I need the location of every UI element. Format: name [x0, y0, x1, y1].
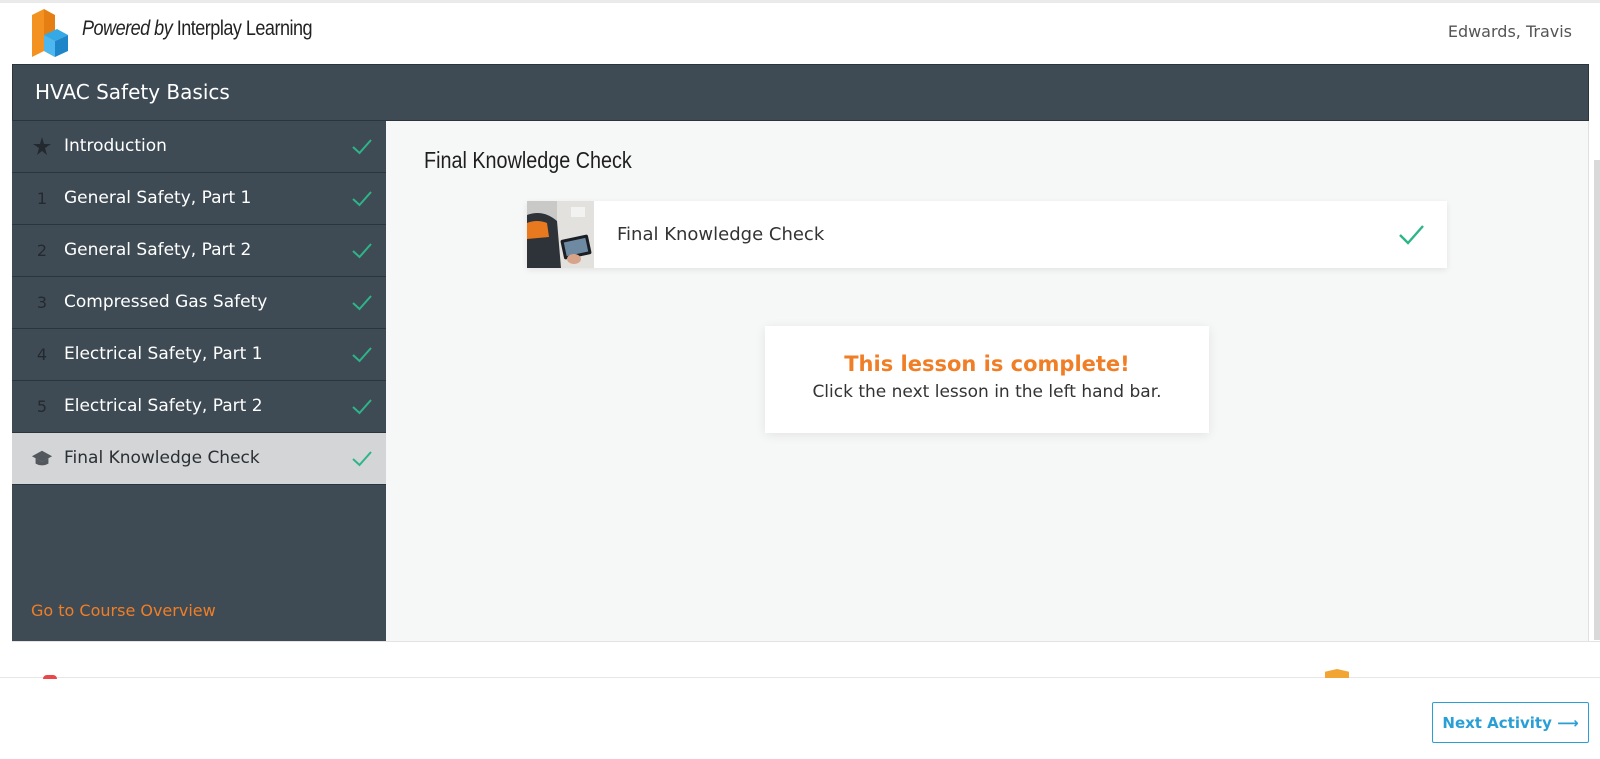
check-icon [352, 347, 372, 363]
partial-badge-icon [43, 675, 57, 679]
completion-message: Click the next lesson in the left hand b… [812, 382, 1162, 402]
course-header: HVAC Safety Basics [12, 64, 1589, 121]
footer-bar [0, 677, 1600, 759]
check-icon [1399, 225, 1424, 245]
sidebar-item-label: Electrical Safety, Part 2 [64, 396, 263, 416]
sidebar-item-electrical-safety-2[interactable]: 5 Electrical Safety, Part 2 [12, 381, 386, 433]
completion-message-box: This lesson is complete! Click the next … [765, 326, 1209, 433]
brand-prefix: Powered by [82, 17, 173, 40]
scrollbar[interactable] [1594, 160, 1600, 640]
graduation-cap-icon [31, 450, 53, 466]
lesson-number: 2 [36, 241, 48, 260]
check-icon [352, 139, 372, 155]
page-title: Final Knowledge Check [424, 147, 632, 173]
next-activity-button[interactable]: Next Activity ⟶ [1432, 702, 1589, 743]
check-icon [352, 295, 372, 311]
sidebar-item-label: General Safety, Part 2 [64, 240, 252, 260]
lesson-number: 1 [36, 189, 48, 208]
sidebar-item-label: Introduction [64, 136, 167, 156]
course-overview-link[interactable]: Go to Course Overview [31, 601, 216, 620]
top-bar: Powered by Interplay Learning Edwards, T… [0, 0, 1600, 64]
sidebar-item-compressed-gas-safety[interactable]: 3 Compressed Gas Safety [12, 277, 386, 329]
lesson-content: Final Knowledge Check Final Knowledge Ch… [386, 121, 1589, 641]
check-icon [352, 399, 372, 415]
sidebar-item-final-knowledge-check[interactable]: Final Knowledge Check [12, 433, 386, 485]
check-icon [352, 243, 372, 259]
partial-cube-icon [1325, 669, 1349, 678]
sidebar-item-label: Electrical Safety, Part 1 [64, 344, 263, 364]
sidebar-item-label: General Safety, Part 1 [64, 188, 252, 208]
activity-label: Final Knowledge Check [617, 224, 825, 245]
course-title: HVAC Safety Basics [35, 80, 230, 104]
sidebar-item-label: Final Knowledge Check [64, 448, 260, 468]
sidebar-item-introduction[interactable]: Introduction [12, 121, 386, 173]
lesson-number: 5 [36, 397, 48, 416]
sidebar-item-electrical-safety-1[interactable]: 4 Electrical Safety, Part 1 [12, 329, 386, 381]
activity-thumbnail [527, 201, 594, 268]
star-icon [33, 137, 51, 155]
user-name[interactable]: Edwards, Travis [1448, 22, 1572, 41]
sidebar-item-general-safety-2[interactable]: 2 General Safety, Part 2 [12, 225, 386, 277]
sidebar-item-general-safety-1[interactable]: 1 General Safety, Part 1 [12, 173, 386, 225]
activity-card[interactable]: Final Knowledge Check [527, 201, 1447, 268]
lesson-number: 4 [36, 345, 48, 364]
check-icon [352, 451, 372, 467]
sidebar-item-label: Compressed Gas Safety [64, 292, 268, 312]
interplay-logo-icon[interactable] [31, 7, 71, 57]
divider [12, 641, 1600, 642]
check-icon [352, 191, 372, 207]
completion-title: This lesson is complete! [844, 352, 1130, 376]
brand-text: Powered by Interplay Learning [82, 17, 313, 41]
lesson-sidebar: Introduction 1 General Safety, Part 1 2 … [12, 121, 386, 641]
brand-name: Interplay Learning [176, 17, 313, 40]
lesson-number: 3 [36, 293, 48, 312]
